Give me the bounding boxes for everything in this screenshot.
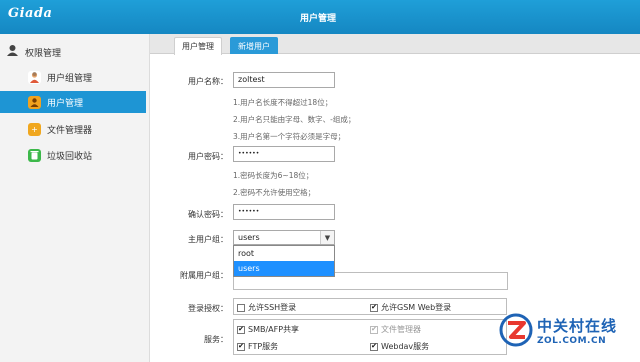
- password-hint-2: 2.密码不允许使用空格；: [233, 188, 316, 197]
- checkbox-unchecked-icon: [237, 303, 245, 312]
- sidebar: 权限管理 用户组管理 用户管理 + 文件管理器 垃圾回收站: [0, 34, 150, 362]
- login-auth-box: 允许SSH登录 ✔ 允许GSM Web登录: [233, 298, 507, 315]
- tab-bar: 用户管理 新增用户: [150, 34, 640, 55]
- checkbox-checked-icon: ✔: [237, 342, 245, 351]
- file-manager-checkbox[interactable]: ✔ 文件管理器: [370, 324, 421, 335]
- webdav-checkbox[interactable]: ✔ Webdav服务: [370, 341, 429, 352]
- user-icon: [6, 44, 19, 60]
- tab-add-user[interactable]: 新增用户: [230, 37, 278, 54]
- sidebar-item-label: 垃圾回收站: [47, 151, 93, 162]
- username-hint-1: 1.用户名长度不得超过18位；: [233, 98, 333, 107]
- primary-group-dropdown: root users: [233, 245, 335, 277]
- sidebar-item-label: 用户管理: [47, 98, 84, 109]
- sidebar-item-recycle-bin[interactable]: 垃圾回收站: [0, 144, 146, 166]
- sidebar-item-label: 用户组管理: [47, 73, 93, 84]
- top-bar: Giada 用户管理: [0, 0, 640, 34]
- checkbox-checked-icon: ✔: [370, 342, 378, 351]
- chevron-down-icon[interactable]: ▼: [320, 231, 334, 244]
- ftp-checkbox[interactable]: ✔ FTP服务: [237, 341, 278, 352]
- user-icon: [28, 95, 41, 109]
- primary-group-select[interactable]: users ▼: [233, 230, 335, 245]
- user-group-icon: [28, 70, 41, 84]
- recycle-icon: [28, 148, 41, 162]
- logo: Giada: [8, 6, 53, 21]
- secondary-group-label: 附属用户组：: [180, 271, 228, 280]
- gsm-web-login-label: 允许GSM Web登录: [381, 303, 452, 312]
- username-hint-3: 3.用户名第一个字符必须是字母；: [233, 132, 346, 141]
- sidebar-section-label: 权限管理: [25, 48, 62, 59]
- page-title: 用户管理: [300, 14, 337, 24]
- sidebar-item-file-manager[interactable]: + 文件管理器: [0, 118, 146, 140]
- zol-logo-icon: [498, 312, 534, 348]
- webdav-label: Webdav服务: [381, 342, 430, 351]
- sidebar-item-user-groups[interactable]: 用户组管理: [0, 66, 146, 88]
- smb-afp-label: SMB/AFP共享: [248, 325, 300, 334]
- username-hint-2: 2.用户名只能由字母、数字、-组成；: [233, 115, 356, 124]
- ssh-login-label: 允许SSH登录: [248, 303, 297, 312]
- confirm-password-input[interactable]: ••••••: [233, 204, 335, 220]
- watermark-en: ZOL.COM.CN: [537, 335, 607, 346]
- services-box: ✔ SMB/AFP共享 ✔ 文件管理器 ✔ FTP服务 ✔ Webdav服务: [233, 319, 507, 355]
- group-option-users[interactable]: users: [234, 261, 334, 276]
- smb-afp-checkbox[interactable]: ✔ SMB/AFP共享: [237, 324, 299, 335]
- sidebar-item-users[interactable]: 用户管理: [0, 91, 146, 113]
- primary-group-label: 主用户组：: [188, 235, 228, 244]
- checkbox-checked-icon: ✔: [370, 325, 378, 334]
- sidebar-section-header[interactable]: 权限管理: [6, 44, 61, 60]
- ftp-label: FTP服务: [248, 342, 279, 351]
- primary-group-value: users: [238, 233, 260, 242]
- confirm-password-label: 确认密码：: [188, 210, 228, 219]
- login-auth-label: 登录授权：: [188, 304, 228, 313]
- group-option-root[interactable]: root: [234, 246, 334, 261]
- password-label: 用户密码：: [188, 152, 228, 161]
- gsm-web-login-checkbox[interactable]: ✔ 允许GSM Web登录: [370, 302, 451, 313]
- password-input[interactable]: ••••••: [233, 146, 335, 162]
- sidebar-item-label: 文件管理器: [47, 125, 93, 136]
- file-manager-label: 文件管理器: [381, 325, 421, 334]
- username-label: 用户名称：: [188, 77, 228, 86]
- password-hint-1: 1.密码长度为6~18位；: [233, 171, 314, 180]
- folder-plus-icon: +: [28, 122, 41, 136]
- ssh-login-checkbox[interactable]: 允许SSH登录: [237, 302, 296, 313]
- tab-user-management[interactable]: 用户管理: [174, 37, 222, 55]
- checkbox-checked-icon: ✔: [237, 325, 245, 334]
- username-input[interactable]: zoltest: [233, 72, 335, 88]
- services-label: 服务：: [204, 335, 228, 344]
- watermark-cn: 中关村在线: [537, 316, 618, 335]
- checkbox-checked-icon: ✔: [370, 303, 378, 312]
- zol-watermark: 中关村在线 ZOL.COM.CN: [498, 312, 617, 348]
